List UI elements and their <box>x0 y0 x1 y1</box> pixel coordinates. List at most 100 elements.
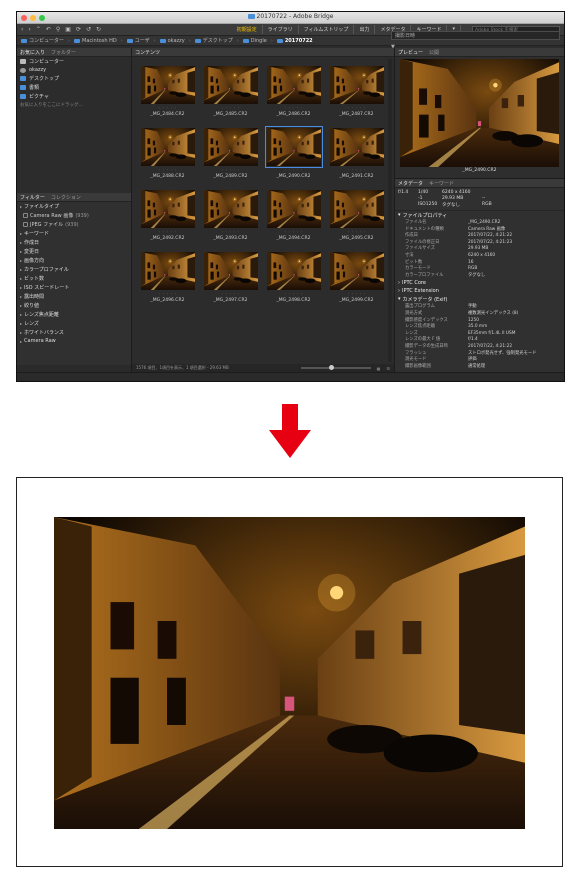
tab-keywords[interactable]: キーワード <box>429 180 454 187</box>
thumbnail-image[interactable] <box>329 128 384 166</box>
thumbnail-cell[interactable]: ・・・・・ _MG_2492.CR2 <box>140 183 195 245</box>
filter-category[interactable]: ▸ 絞り値 <box>17 301 131 310</box>
breadcrumb-20170722[interactable]: 20170722 <box>276 38 313 44</box>
rating-stars[interactable]: ・・・・・ <box>221 230 241 235</box>
thumbnail-cell[interactable]: ・・・・・ _MG_2490.CR2 <box>264 121 323 183</box>
rotate-right-icon[interactable]: ↻ <box>96 26 101 33</box>
filter-category[interactable]: ▸ 変更日 <box>17 247 131 256</box>
thumbnail-cell[interactable]: ・・・・・ _MG_2488.CR2 <box>140 121 195 183</box>
thumbnail-cell[interactable]: ・・・・・ _MG_2489.CR2 <box>203 121 258 183</box>
section-iptc-extension[interactable]: › IPTC Extension <box>395 287 564 295</box>
section-camera-data[interactable]: ▾ カメラデータ (Exif) <box>395 295 564 304</box>
tab-collections[interactable]: コレクション <box>51 194 81 201</box>
breadcrumb-okazzy[interactable]: okazzy <box>159 38 185 44</box>
tab-folders[interactable]: フォルダー <box>51 49 76 56</box>
rating-stars[interactable]: ・・・・・ <box>347 106 367 111</box>
favorite-item[interactable]: デスクトップ <box>17 74 131 83</box>
slider-thumb[interactable] <box>328 365 334 370</box>
rating-stars[interactable]: ・・・・・ <box>221 168 241 173</box>
thumbnail-image[interactable] <box>266 66 321 104</box>
thumbnail-cell[interactable]: ・・・・・ _MG_2493.CR2 <box>203 183 258 245</box>
thumbnail-image[interactable] <box>329 66 384 104</box>
filter-option[interactable]: JPEG ファイル (939) <box>17 220 131 229</box>
filter-category[interactable]: ▸ 露出時間 <box>17 292 131 301</box>
thumbnail-image[interactable] <box>140 128 195 166</box>
filter-category[interactable]: ▸ カラープロファイル <box>17 265 131 274</box>
rotate-left-icon[interactable]: ↺ <box>86 26 91 33</box>
view-grid-icon[interactable]: ▦ <box>377 366 381 371</box>
forward-icon[interactable]: › <box>28 26 30 33</box>
thumbnail-cell[interactable]: ・・・・・ _MG_2486.CR2 <box>266 59 321 121</box>
breadcrumb-users[interactable]: ユーザ <box>126 37 150 44</box>
thumbnail-image[interactable] <box>203 252 258 290</box>
filter-option[interactable]: Camera Raw 画像 (939) <box>17 211 131 220</box>
rating-stars[interactable]: ・・・・・ <box>347 292 367 297</box>
tab-content[interactable]: コンテンツ <box>135 49 160 56</box>
get-photos-icon[interactable]: ⚲ <box>56 26 60 33</box>
tab-metadata[interactable]: メタデータ <box>398 180 423 187</box>
thumbnail-cell[interactable]: ・・・・・ _MG_2495.CR2 <box>329 183 384 245</box>
rating-stars[interactable]: ・・・・・ <box>347 230 367 235</box>
rating-stars[interactable]: ・・・・・ <box>284 168 304 173</box>
tab-preview[interactable]: プレビュー <box>398 49 423 56</box>
filter-category[interactable]: ▸ Camera Raw <box>17 337 131 345</box>
preview-image[interactable] <box>400 59 559 167</box>
thumbnail-cell[interactable]: ・・・・・ _MG_2499.CR2 <box>329 245 384 307</box>
rating-stars[interactable]: ・・・・・ <box>158 292 178 297</box>
filter-category[interactable]: ▸ 画像方向 <box>17 256 131 265</box>
filter-category[interactable]: ▸ キーワード <box>17 229 131 238</box>
rating-stars[interactable]: ・・・・・ <box>158 106 178 111</box>
back-icon[interactable]: ‹ <box>21 26 23 33</box>
thumbnail-image[interactable] <box>140 252 195 290</box>
parent-folder-icon[interactable]: ⌃ <box>36 26 41 33</box>
favorite-item[interactable]: 書類 <box>17 83 131 92</box>
sort-dropdown[interactable]: 撮影日時 <box>391 31 560 40</box>
thumbnail-cell[interactable]: ・・・・・ _MG_2484.CR2 <box>140 59 195 121</box>
thumbnail-cell[interactable]: ・・・・・ _MG_2496.CR2 <box>140 245 195 307</box>
thumbnail-image[interactable] <box>203 128 258 166</box>
rating-stars[interactable]: ・・・・・ <box>284 230 304 235</box>
review-icon[interactable]: ▣ <box>65 26 71 33</box>
refine-icon[interactable]: ⟳ <box>76 26 81 33</box>
tab-filter[interactable]: フィルター <box>20 194 45 201</box>
tab-publish[interactable]: 公開 <box>429 49 439 56</box>
thumbnail-cell[interactable]: ・・・・・ _MG_2497.CR2 <box>203 245 258 307</box>
thumbnail-image[interactable] <box>203 190 258 228</box>
filter-category[interactable]: ▸ レンズ焦点距離 <box>17 310 131 319</box>
checkbox-icon[interactable] <box>23 213 28 218</box>
workspace-tab-essentials[interactable]: 初期設定 <box>232 25 263 34</box>
thumbnail-image[interactable] <box>140 190 195 228</box>
filter-category[interactable]: ▸ 作成日 <box>17 238 131 247</box>
workspace-tab-output[interactable]: 出力 <box>354 25 376 34</box>
recent-icon[interactable]: ↶ <box>46 26 51 33</box>
thumbnail-cell[interactable]: ・・・・・ _MG_2494.CR2 <box>266 183 321 245</box>
workspace-tab-libraries[interactable]: ライブラリ <box>263 25 299 34</box>
thumbnail-cell[interactable]: ・・・・・ _MG_2498.CR2 <box>266 245 321 307</box>
rating-stars[interactable]: ・・・・・ <box>158 168 178 173</box>
filter-category[interactable]: ▸ ホワイトバランス <box>17 328 131 337</box>
breadcrumb-desktop[interactable]: デスクトップ <box>194 37 233 44</box>
checkbox-icon[interactable] <box>23 222 28 227</box>
section-iptc-core[interactable]: › IPTC Core <box>395 279 564 287</box>
thumbnail-image[interactable] <box>329 252 384 290</box>
thumbnail-cell[interactable]: ・・・・・ _MG_2487.CR2 <box>329 59 384 121</box>
thumbnail-image[interactable] <box>266 190 321 228</box>
favorite-item[interactable]: ピクチャ <box>17 92 131 101</box>
thumbnail-cell[interactable]: ・・・・・ _MG_2491.CR2 <box>329 121 384 183</box>
favorite-item[interactable]: コンピューター <box>17 57 131 66</box>
thumbnail-image[interactable] <box>329 190 384 228</box>
rating-stars[interactable]: ・・・・・ <box>221 106 241 111</box>
filter-category[interactable]: ▸ ファイルタイプ <box>17 202 131 211</box>
workspace-tab-filmstrip[interactable]: フィルムストリップ <box>299 25 355 34</box>
tab-favorites[interactable]: お気に入り <box>20 49 45 56</box>
favorite-item[interactable]: okazzy <box>17 66 131 74</box>
rating-stars[interactable]: ・・・・・ <box>221 292 241 297</box>
thumbnail-image[interactable] <box>203 66 258 104</box>
rating-stars[interactable]: ・・・・・ <box>158 230 178 235</box>
filter-category[interactable]: ▸ ISO スピードレート <box>17 283 131 292</box>
section-file-properties[interactable]: ▾ ファイルプロパティ <box>395 211 564 220</box>
thumbnail-cell[interactable]: ・・・・・ _MG_2485.CR2 <box>203 59 258 121</box>
rating-stars[interactable]: ・・・・・ <box>284 292 304 297</box>
breadcrumb-dingle[interactable]: Dingle <box>242 38 267 44</box>
filter-category[interactable]: ▸ レンズ <box>17 319 131 328</box>
